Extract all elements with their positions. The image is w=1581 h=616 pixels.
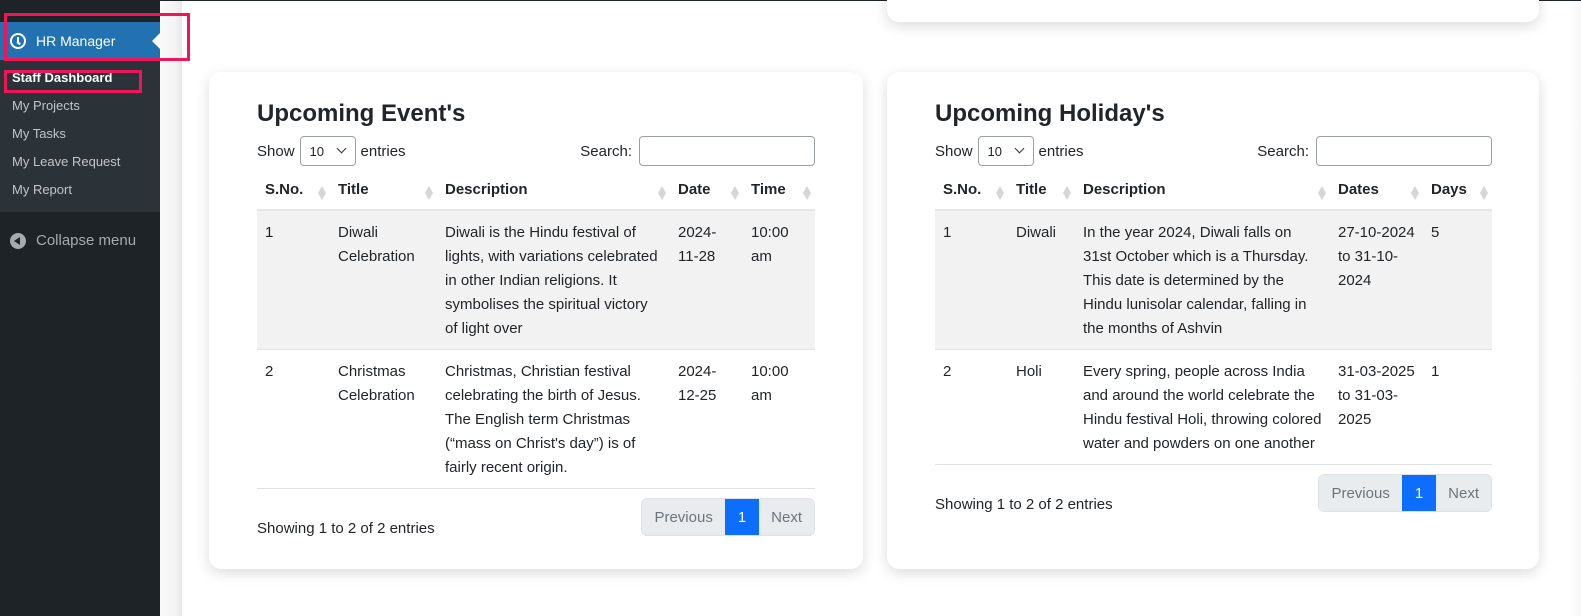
cell-title: Diwali <box>1008 210 1075 350</box>
events-previous-button[interactable]: Previous <box>642 499 725 535</box>
cell-sno: 1 <box>257 210 330 350</box>
submenu-my-tasks[interactable]: My Tasks <box>0 124 160 152</box>
holidays-col-title[interactable]: Title <box>1008 172 1075 211</box>
events-col-title[interactable]: Title <box>330 172 437 211</box>
cell-description: Christmas, Christian festival celebratin… <box>437 349 670 489</box>
sort-icon <box>731 186 739 200</box>
events-show-label: Show <box>257 142 295 160</box>
events-pagination: Previous 1 Next <box>641 498 815 536</box>
holidays-info: Showing 1 to 2 of 2 entries <box>935 496 1113 513</box>
upcoming-events-card: Upcoming Event's Show 10 entries Search:… <box>209 72 863 569</box>
cell-sno: 2 <box>935 349 1008 465</box>
events-col-time[interactable]: Time <box>743 172 815 211</box>
events-col-date[interactable]: Date <box>670 172 743 211</box>
cell-description: Every spring, people across India and ar… <box>1075 349 1330 465</box>
highlight-box-staff-dashboard <box>4 70 142 93</box>
submenu-my-report[interactable]: My Report <box>0 180 160 208</box>
content-left-shadow <box>160 1 182 616</box>
events-entries-value: 10 <box>309 143 324 159</box>
holidays-col-sno[interactable]: S.No. <box>935 172 1008 211</box>
cell-days: 1 <box>1423 349 1492 465</box>
submenu-my-projects[interactable]: My Projects <box>0 96 160 124</box>
table-row: 2 Christmas Celebration Christmas, Chris… <box>257 349 815 489</box>
cell-description: Diwali is the Hindu festival of lights, … <box>437 210 670 350</box>
collapse-menu-button[interactable]: Collapse menu <box>10 232 136 249</box>
sort-icon <box>1480 186 1488 200</box>
table-row: 1 Diwali Celebration Diwali is the Hindu… <box>257 210 815 350</box>
collapse-arrow-icon <box>10 232 26 249</box>
holidays-show-label: Show <box>935 142 973 160</box>
sort-icon <box>1318 186 1326 200</box>
sort-icon <box>803 186 811 200</box>
highlight-box-hr-manager <box>4 13 190 61</box>
holidays-next-button[interactable]: Next <box>1436 475 1491 511</box>
holidays-title: Upcoming Holiday's <box>935 100 1165 127</box>
holidays-previous-button[interactable]: Previous <box>1319 475 1402 511</box>
holidays-search-label: Search: <box>1257 142 1309 160</box>
chevron-down-icon <box>1014 143 1024 154</box>
holidays-entries-select[interactable]: 10 <box>977 136 1034 166</box>
sort-icon <box>425 186 433 200</box>
holidays-table-controls: Show 10 entries Search: <box>935 132 1492 172</box>
events-col-sno[interactable]: S.No. <box>257 172 330 211</box>
holidays-search-input[interactable] <box>1316 136 1492 166</box>
cell-time: 10:00 am <box>743 349 815 489</box>
holidays-col-description[interactable]: Description <box>1075 172 1330 211</box>
cell-days: 5 <box>1423 210 1492 350</box>
events-search: Search: <box>580 136 815 166</box>
cell-sno: 1 <box>935 210 1008 350</box>
events-search-input[interactable] <box>639 136 815 166</box>
holidays-length: Show 10 entries <box>935 136 1084 166</box>
sort-icon <box>658 186 666 200</box>
table-row: 2 Holi Every spring, people across India… <box>935 349 1492 465</box>
events-entries-select[interactable]: 10 <box>299 136 356 166</box>
events-table: S.No. Title Description Date Time 1 Diwa… <box>257 172 815 489</box>
events-entries-label: entries <box>360 142 406 160</box>
cell-title: Holi <box>1008 349 1075 465</box>
cell-dates: 31-03-2025 to 31-03-2025 <box>1330 349 1423 465</box>
holidays-col-dates[interactable]: Dates <box>1330 172 1423 211</box>
holidays-col-days[interactable]: Days <box>1423 172 1492 211</box>
cell-date: 2024-12-25 <box>670 349 743 489</box>
events-search-label: Search: <box>580 142 632 160</box>
events-page-1-button[interactable]: 1 <box>724 499 760 535</box>
upcoming-holidays-card: Upcoming Holiday's Show 10 entries Searc… <box>887 72 1539 569</box>
holidays-table-footer: Showing 1 to 2 of 2 entries Previous 1 N… <box>935 473 1492 543</box>
holidays-entries-label: entries <box>1038 142 1084 160</box>
table-row: 1 Diwali In the year 2024, Diwali falls … <box>935 210 1492 350</box>
events-info: Showing 1 to 2 of 2 entries <box>257 520 435 537</box>
cell-date: 2024-11-28 <box>670 210 743 350</box>
holidays-table: S.No. Title Description Dates Days 1 Diw… <box>935 172 1492 465</box>
submenu-my-leave-request[interactable]: My Leave Request <box>0 152 160 180</box>
cell-title: Christmas Celebration <box>330 349 437 489</box>
events-table-footer: Showing 1 to 2 of 2 entries Previous 1 N… <box>257 497 815 567</box>
events-title: Upcoming Event's <box>257 100 466 127</box>
cell-sno: 2 <box>257 349 330 489</box>
sort-icon <box>318 186 326 200</box>
chevron-down-icon <box>336 143 346 154</box>
holidays-pagination: Previous 1 Next <box>1318 474 1492 512</box>
holidays-entries-value: 10 <box>987 143 1002 159</box>
cell-title: Diwali Celebration <box>330 210 437 350</box>
cell-description: In the year 2024, Diwali falls on 31st O… <box>1075 210 1330 350</box>
previous-card-bottom <box>887 0 1539 22</box>
sort-icon <box>1411 186 1419 200</box>
holidays-page-1-button[interactable]: 1 <box>1401 475 1437 511</box>
cell-dates: 27-10-2024 to 31-10-2024 <box>1330 210 1423 350</box>
events-length: Show 10 entries <box>257 136 406 166</box>
content-right-edge <box>1567 1 1581 616</box>
events-next-button[interactable]: Next <box>759 499 814 535</box>
sort-icon <box>1063 186 1071 200</box>
sort-icon <box>996 186 1004 200</box>
events-col-description[interactable]: Description <box>437 172 670 211</box>
holidays-search: Search: <box>1257 136 1492 166</box>
cell-time: 10:00 am <box>743 210 815 350</box>
collapse-menu-label: Collapse menu <box>36 232 137 249</box>
events-table-controls: Show 10 entries Search: <box>257 132 815 172</box>
